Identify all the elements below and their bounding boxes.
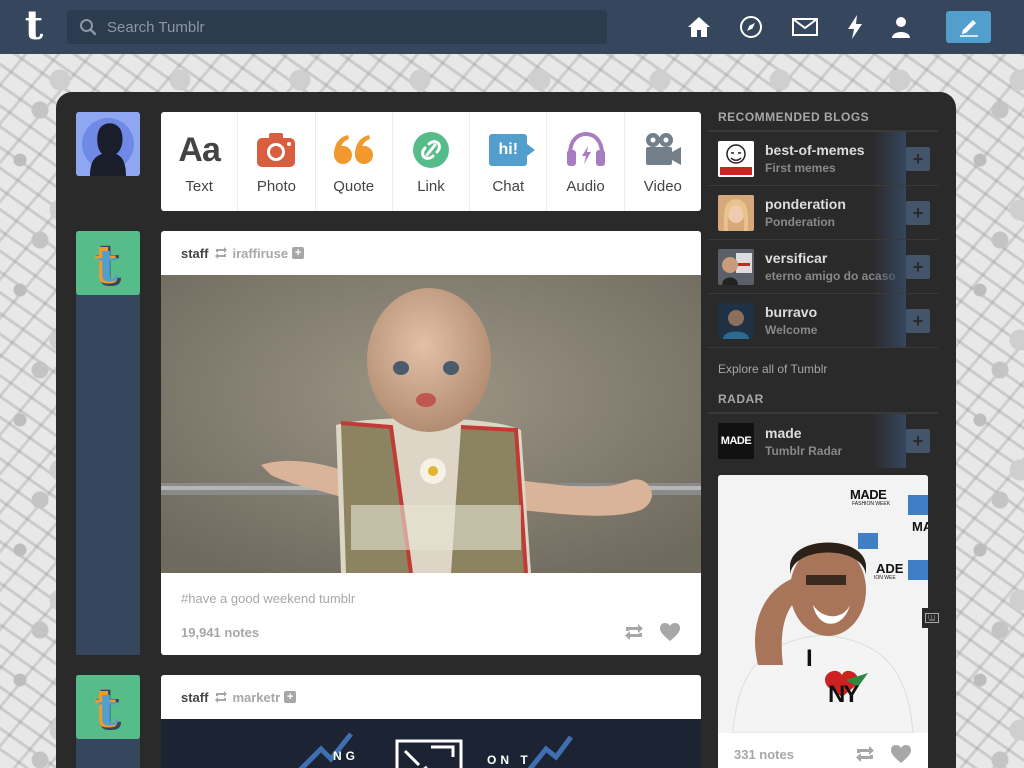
radar-notes-count[interactable]: 331 notes: [734, 747, 794, 762]
radar-title: RADAR: [708, 392, 938, 414]
reblog-icon[interactable]: [854, 745, 876, 763]
post-type-label: Photo: [256, 178, 297, 195]
sign-ade-sub: ION WEE: [874, 575, 896, 581]
recommended-blog-row[interactable]: ponderation Ponderation +: [708, 186, 938, 240]
explore-tumblr-link[interactable]: Explore all of Tumblr: [708, 348, 938, 392]
post-avatar-column: t t t: [76, 231, 140, 655]
keyboard-icon[interactable]: [922, 608, 942, 628]
post-photo-banner[interactable]: NG ON T: [161, 719, 701, 768]
post-type-audio[interactable]: Audio: [547, 112, 625, 211]
svg-text:t: t: [98, 241, 119, 292]
post-photo-doll[interactable]: [161, 275, 701, 573]
follow-blog-button[interactable]: +: [906, 309, 930, 333]
reblog-icon[interactable]: [623, 623, 645, 641]
follow-blog-button[interactable]: +: [906, 255, 930, 279]
link-icon: [409, 130, 453, 170]
post-type-label: Link: [417, 178, 445, 195]
post-type-chat[interactable]: hi! Chat: [470, 112, 548, 211]
follow-plus-icon[interactable]: +: [284, 691, 297, 703]
activity-icon[interactable]: [842, 14, 868, 40]
post-type-chooser: Aa Text Photo Quote Link hi! Chat Audio …: [161, 112, 701, 211]
banner-text-left: NG: [333, 749, 359, 763]
sign-made: MADE: [850, 487, 887, 502]
follow-blog-button[interactable]: +: [906, 147, 930, 171]
home-icon[interactable]: [686, 14, 712, 40]
user-avatar[interactable]: [76, 112, 140, 176]
chat-icon: hi!: [486, 130, 536, 170]
search-input[interactable]: [97, 10, 607, 44]
post-type-text[interactable]: Aa Text: [161, 112, 239, 211]
recommended-blog-row[interactable]: best-of-memes First memes +: [708, 132, 938, 186]
quote-icon: [332, 130, 376, 170]
post-type-label: Audio: [566, 178, 605, 195]
blog-avatar: [718, 302, 754, 339]
sign-made-sub: FASHION WEEK: [852, 501, 891, 507]
post-type-label: Chat: [492, 178, 525, 195]
compose-button[interactable]: [946, 11, 991, 43]
radar-post-photo[interactable]: MADE FASHION WEEK MA ADE ION WEE I NY: [718, 475, 928, 733]
dashboard-panel: Aa Text Photo Quote Link hi! Chat Audio …: [56, 92, 956, 768]
recommended-blogs-title: RECOMMENDED BLOGS: [708, 92, 938, 132]
sign-ade: ADE: [876, 561, 904, 576]
like-heart-icon[interactable]: [890, 744, 912, 764]
follow-blog-button[interactable]: +: [906, 201, 930, 225]
reblogged-from[interactable]: marketr: [232, 690, 280, 705]
radar-blog-row[interactable]: MADE made Tumblr Radar +: [708, 414, 938, 468]
svg-text:t: t: [98, 685, 119, 736]
shirt-i: I: [806, 645, 813, 672]
headphones-icon: [564, 130, 608, 170]
post-type-label: Video: [643, 178, 682, 195]
like-heart-icon[interactable]: [659, 622, 681, 642]
staff-avatar[interactable]: t t t: [76, 675, 140, 739]
follow-plus-icon[interactable]: +: [292, 247, 305, 259]
explore-icon[interactable]: [738, 14, 764, 40]
reblogged-from[interactable]: iraffiruse: [232, 246, 288, 261]
post-header: staff iraffiruse +: [161, 231, 701, 275]
shirt-ny: NY: [828, 681, 859, 708]
pencil-icon: [959, 20, 978, 37]
post-card: staff iraffiruse + #have a good weekend …: [161, 231, 701, 655]
staff-avatar[interactable]: t t t: [76, 231, 140, 295]
text-icon: Aa: [178, 130, 220, 169]
post-type-photo[interactable]: Photo: [238, 112, 316, 211]
reblog-icon: [215, 691, 228, 703]
post-card: staff marketr + NG ON T: [161, 675, 701, 768]
blog-avatar: [718, 194, 754, 231]
top-nav-bar: t: [0, 0, 1024, 54]
post-type-label: Text: [185, 178, 213, 195]
blog-avatar: [718, 248, 754, 285]
radar-post-footer: 331 notes: [718, 733, 928, 768]
post-footer: 19,941 notes: [161, 606, 701, 655]
post-tags[interactable]: #have a good weekend tumblr: [161, 573, 701, 606]
post-type-link[interactable]: Link: [393, 112, 471, 211]
follow-blog-button[interactable]: +: [906, 429, 930, 453]
sign-ma: MA: [912, 519, 928, 534]
recommended-blog-row[interactable]: burravo Welcome +: [708, 294, 938, 348]
camera-icon: [254, 130, 298, 170]
radar-post-card: MADE FASHION WEEK MA ADE ION WEE I NY 33…: [718, 475, 928, 768]
post-header: staff marketr +: [161, 675, 701, 719]
search-bar[interactable]: [67, 10, 607, 44]
search-icon: [80, 19, 97, 36]
post-author[interactable]: staff: [181, 690, 208, 705]
banner-text-right: ON T: [487, 753, 532, 767]
sidebar: RECOMMENDED BLOGS best-of-memes First me…: [708, 92, 938, 768]
account-icon[interactable]: [888, 14, 914, 40]
messages-icon[interactable]: [792, 14, 818, 40]
video-camera-icon: [641, 130, 685, 170]
post-notes-count[interactable]: 19,941 notes: [181, 625, 259, 640]
recommended-blog-row[interactable]: versificar eterno amigo do acaso +: [708, 240, 938, 294]
post-avatar-column: t t t: [76, 675, 140, 768]
post-type-quote[interactable]: Quote: [316, 112, 393, 211]
post-type-label: Quote: [333, 178, 375, 195]
tumblr-logo[interactable]: t: [18, 6, 50, 46]
blog-avatar: MADE: [718, 423, 754, 459]
blog-avatar: [718, 140, 754, 177]
reblog-icon: [215, 247, 228, 259]
post-type-video[interactable]: Video: [625, 112, 701, 211]
post-author[interactable]: staff: [181, 246, 208, 261]
